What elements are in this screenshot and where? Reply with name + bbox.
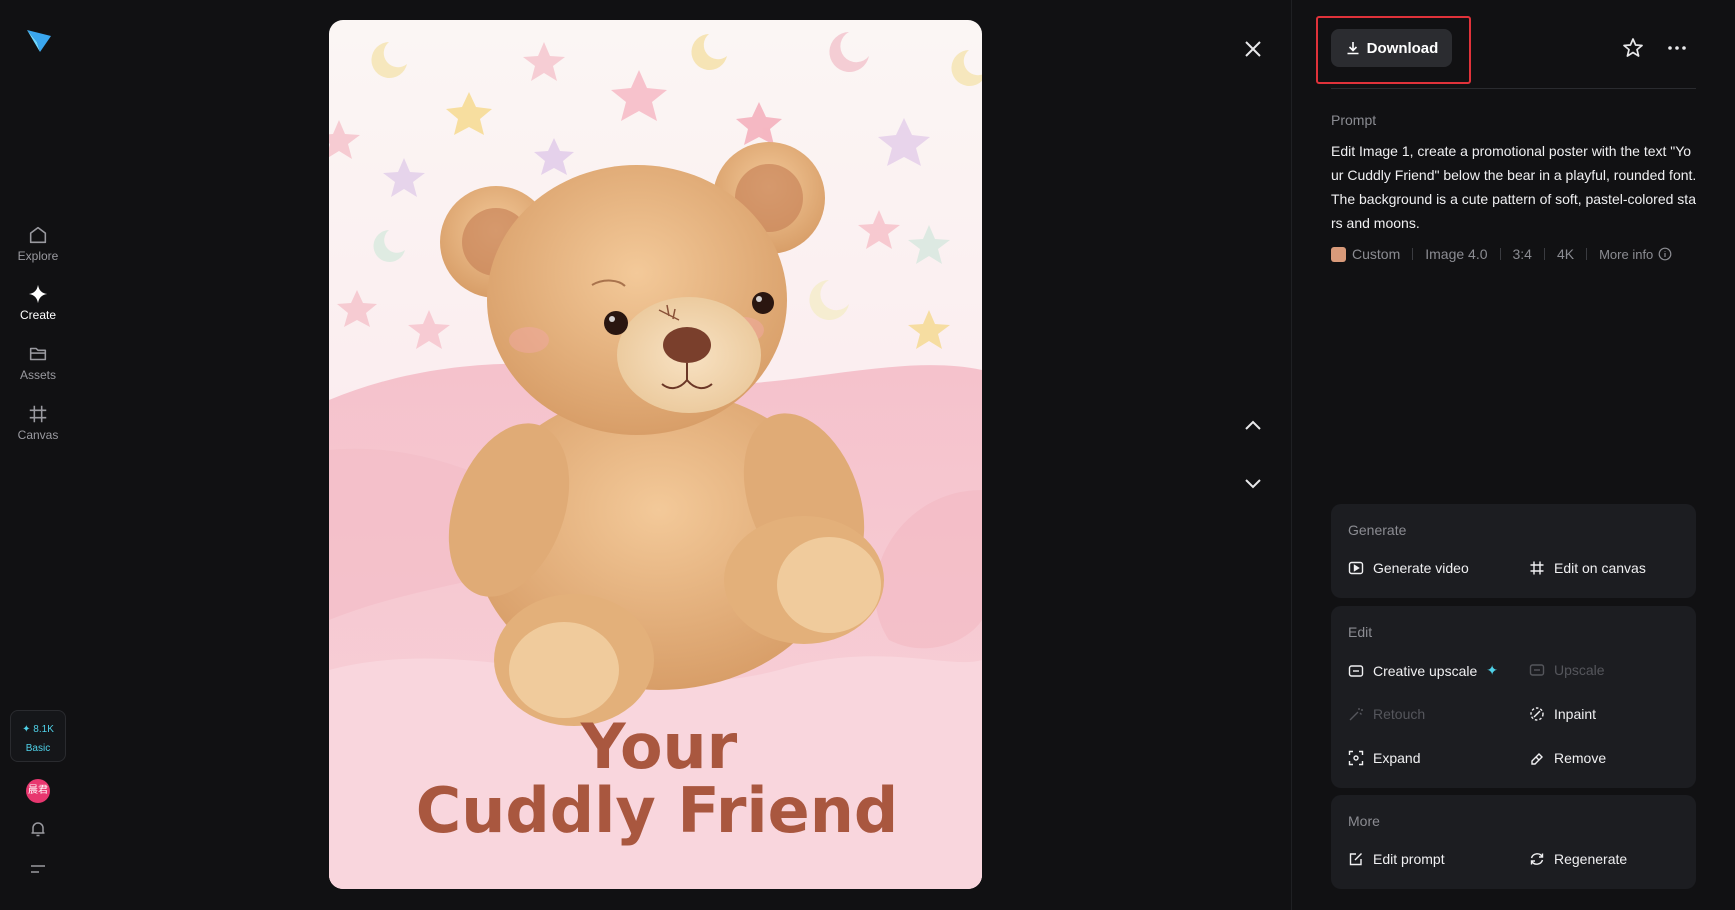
credits-badge[interactable]: ✦ 8.1K Basic: [10, 710, 66, 762]
generate-video-button[interactable]: Generate video: [1348, 560, 1469, 576]
inpaint-button[interactable]: Inpaint: [1529, 706, 1596, 722]
edit-prompt-label: Edit prompt: [1373, 851, 1445, 867]
meta-divider: [1543, 248, 1545, 260]
bell-icon[interactable]: [28, 819, 48, 839]
credits-amount: ✦ 8.1K: [22, 724, 54, 735]
info-icon[interactable]: [1658, 247, 1672, 261]
meta-divider: [1499, 248, 1501, 260]
plan-label: Basic: [25, 743, 51, 754]
creative-upscale-button[interactable]: Creative upscale ✦: [1348, 662, 1498, 679]
generate-video-label: Generate video: [1373, 560, 1469, 576]
folder-icon: [29, 347, 47, 361]
close-icon[interactable]: [1240, 36, 1266, 62]
avatar[interactable]: 晨君: [26, 779, 50, 803]
sidebar: Explore Create Assets Canvas ✦ 8.1K Basi…: [0, 0, 76, 910]
sidebar-item-label: Assets: [19, 368, 56, 382]
creative-upscale-label: Creative upscale: [1373, 662, 1478, 679]
upscale-label: Upscale: [1554, 662, 1605, 678]
chevron-up-icon[interactable]: [1240, 413, 1266, 439]
eraser-icon: [1531, 753, 1543, 765]
poster-artwork: Your Cuddly Friend: [329, 20, 982, 889]
meta-style: Custom: [1352, 246, 1401, 262]
logo-icon[interactable]: [24, 26, 54, 56]
edit-prompt-icon: [1349, 853, 1362, 866]
menu-icon[interactable]: [28, 859, 48, 879]
sparkle-icon: [28, 284, 48, 304]
edit-heading: Edit: [1348, 624, 1373, 640]
expand-icon: [1348, 750, 1364, 766]
prompt-heading: Prompt: [1331, 112, 1377, 128]
inpaint-icon: [1530, 707, 1544, 721]
remove-button[interactable]: Remove: [1529, 750, 1606, 766]
retouch-button[interactable]: Retouch: [1348, 706, 1425, 722]
sidebar-item-label: Canvas: [17, 428, 59, 442]
generate-heading: Generate: [1348, 522, 1407, 538]
edit-card: Edit Creative upscale ✦ Upscale Retouch …: [1331, 606, 1696, 788]
generated-image[interactable]: Your Cuddly Friend: [329, 20, 982, 889]
sidebar-item-label: Create: [19, 308, 57, 322]
edit-on-canvas-label: Edit on canvas: [1554, 560, 1646, 576]
canvas-icon: [29, 405, 47, 423]
regenerate-label: Regenerate: [1554, 851, 1628, 867]
sidebar-item-explore[interactable]: Explore: [0, 224, 76, 263]
more-heading: More: [1348, 813, 1380, 829]
sidebar-item-canvas[interactable]: Canvas: [0, 403, 76, 442]
sparkle-icon: ✦: [1486, 662, 1499, 678]
sidebar-item-create[interactable]: Create: [0, 283, 76, 322]
more-options-icon[interactable]: [1665, 36, 1689, 60]
retouch-label: Retouch: [1373, 706, 1426, 722]
download-button[interactable]: Download: [1331, 29, 1452, 67]
regenerate-button[interactable]: Regenerate: [1529, 851, 1627, 867]
video-icon: [1348, 561, 1364, 575]
upscale-button[interactable]: Upscale: [1529, 662, 1605, 678]
style-thumbnail: [1331, 246, 1346, 262]
meta-divider: [1412, 248, 1414, 260]
generation-meta: Custom Image 4.0 3:4 4K More info: [1331, 244, 1672, 264]
magic-wand-icon: [1349, 708, 1363, 721]
meta-model: Image 4.0: [1425, 246, 1488, 262]
prompt-text: Edit Image 1, create a promotional poste…: [1331, 143, 1697, 231]
download-icon: [1347, 42, 1359, 55]
meta-divider: [1586, 248, 1588, 260]
star-icon[interactable]: [1621, 36, 1645, 60]
poster-title-line1: Your: [580, 710, 738, 783]
sidebar-item-label: Explore: [17, 249, 59, 263]
more-card: More Edit prompt Regenerate: [1331, 795, 1696, 889]
upscale-icon: [1529, 664, 1545, 676]
meta-ratio: 3:4: [1512, 246, 1532, 262]
chevron-down-icon[interactable]: [1240, 470, 1266, 496]
upscale-icon: [1348, 664, 1364, 677]
refresh-icon: [1530, 853, 1544, 865]
meta-resolution: 4K: [1556, 246, 1575, 262]
poster-title-line2: Cuddly Friend: [416, 774, 898, 847]
canvas-icon: [1530, 561, 1544, 575]
remove-label: Remove: [1554, 750, 1607, 766]
sidebar-item-assets[interactable]: Assets: [0, 343, 76, 382]
panel-separator: [1331, 88, 1696, 89]
generate-card: Generate Generate video Edit on canvas: [1331, 504, 1696, 598]
expand-label: Expand: [1373, 750, 1421, 766]
edit-prompt-button[interactable]: Edit prompt: [1348, 851, 1445, 867]
home-icon: [29, 226, 47, 244]
panel-divider: [1291, 0, 1292, 910]
more-info-link[interactable]: More info: [1599, 247, 1653, 262]
inpaint-label: Inpaint: [1554, 706, 1597, 722]
expand-button[interactable]: Expand: [1348, 750, 1420, 766]
download-label: Download: [1366, 39, 1439, 57]
edit-on-canvas-button[interactable]: Edit on canvas: [1529, 560, 1646, 576]
